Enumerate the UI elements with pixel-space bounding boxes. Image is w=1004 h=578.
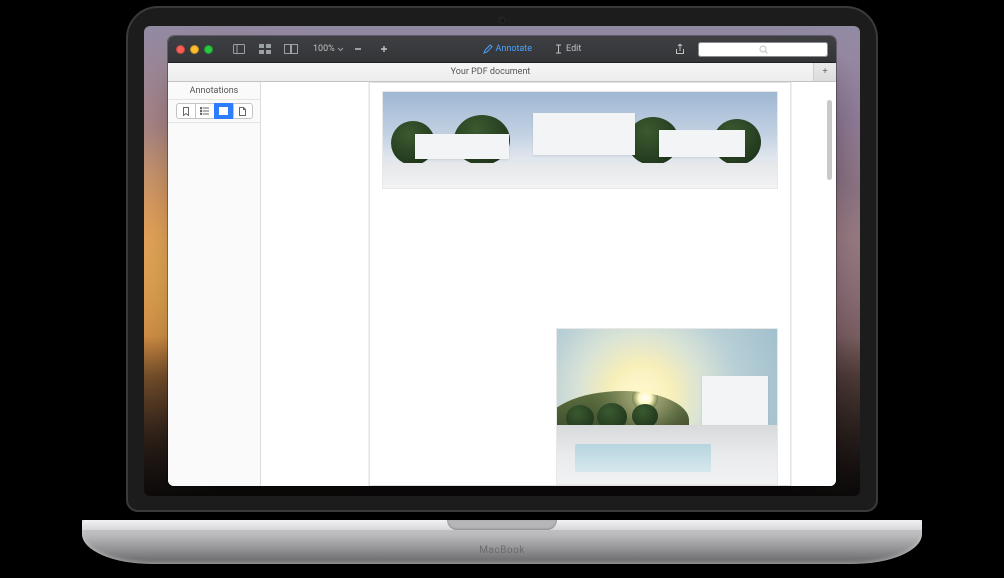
toolbar: 100% Annotate: [168, 36, 836, 63]
zoom-window-button[interactable]: [204, 45, 213, 54]
document-tab-title: Your PDF document: [451, 67, 531, 77]
vertical-scrollbar[interactable]: [827, 100, 832, 180]
zoom-out-button[interactable]: [346, 41, 370, 57]
edit-mode-button[interactable]: Edit: [551, 41, 584, 57]
minimize-window-button[interactable]: [190, 45, 199, 54]
sidebar-toggle-button[interactable]: [227, 41, 251, 57]
macbook-frame: 100% Annotate: [82, 0, 922, 578]
close-window-button[interactable]: [176, 45, 185, 54]
annotate-mode-button[interactable]: Annotate: [480, 41, 536, 57]
view-mode-button[interactable]: [279, 41, 303, 57]
page-image-top: [382, 91, 778, 189]
pdf-app-window: 100% Annotate: [168, 36, 836, 486]
plus-icon: +: [822, 67, 827, 77]
macbook-lid: 100% Annotate: [126, 6, 878, 512]
document-viewport[interactable]: [261, 82, 836, 486]
search-field[interactable]: [698, 42, 828, 57]
annotate-mode-label: Annotate: [496, 44, 533, 54]
page-image-bottom: [556, 328, 778, 485]
app-body: Annotations: [168, 82, 836, 486]
page-icon: [239, 107, 246, 116]
bookmark-icon: [182, 107, 190, 116]
document-tabbar: Your PDF document +: [168, 63, 836, 82]
thumbnails-button[interactable]: [253, 41, 277, 57]
chevron-down-icon[interactable]: [337, 47, 344, 52]
zoom-in-button[interactable]: [372, 41, 396, 57]
window-controls: [176, 45, 213, 54]
sidebar-tab-annotations[interactable]: [214, 103, 234, 119]
pdf-page: [369, 82, 791, 486]
annotations-icon: [219, 107, 228, 115]
search-icon: [759, 45, 768, 54]
share-icon: [675, 43, 685, 55]
sidebar-tab-page[interactable]: [233, 103, 253, 119]
pencil-icon: [483, 44, 493, 54]
sidebar-title: Annotations: [168, 82, 260, 100]
screen: 100% Annotate: [144, 26, 860, 496]
document-tab[interactable]: Your PDF document: [168, 63, 814, 81]
share-button[interactable]: [668, 41, 692, 57]
edit-mode-label: Edit: [566, 44, 581, 54]
list-outline-icon: [200, 107, 209, 115]
macbook-deck: [82, 520, 922, 564]
sidebar-tab-switcher: [168, 100, 260, 123]
text-cursor-icon: [554, 44, 563, 54]
macbook-label: MacBook: [479, 545, 525, 556]
macbook-notch: [447, 520, 557, 530]
zoom-level-label[interactable]: 100%: [313, 44, 335, 54]
camera-icon: [498, 16, 506, 24]
sidebar-panel: Annotations: [168, 82, 261, 486]
sidebar-tab-bookmarks[interactable]: [176, 103, 196, 119]
sidebar-tab-outline[interactable]: [195, 103, 215, 119]
add-tab-button[interactable]: +: [814, 63, 836, 81]
